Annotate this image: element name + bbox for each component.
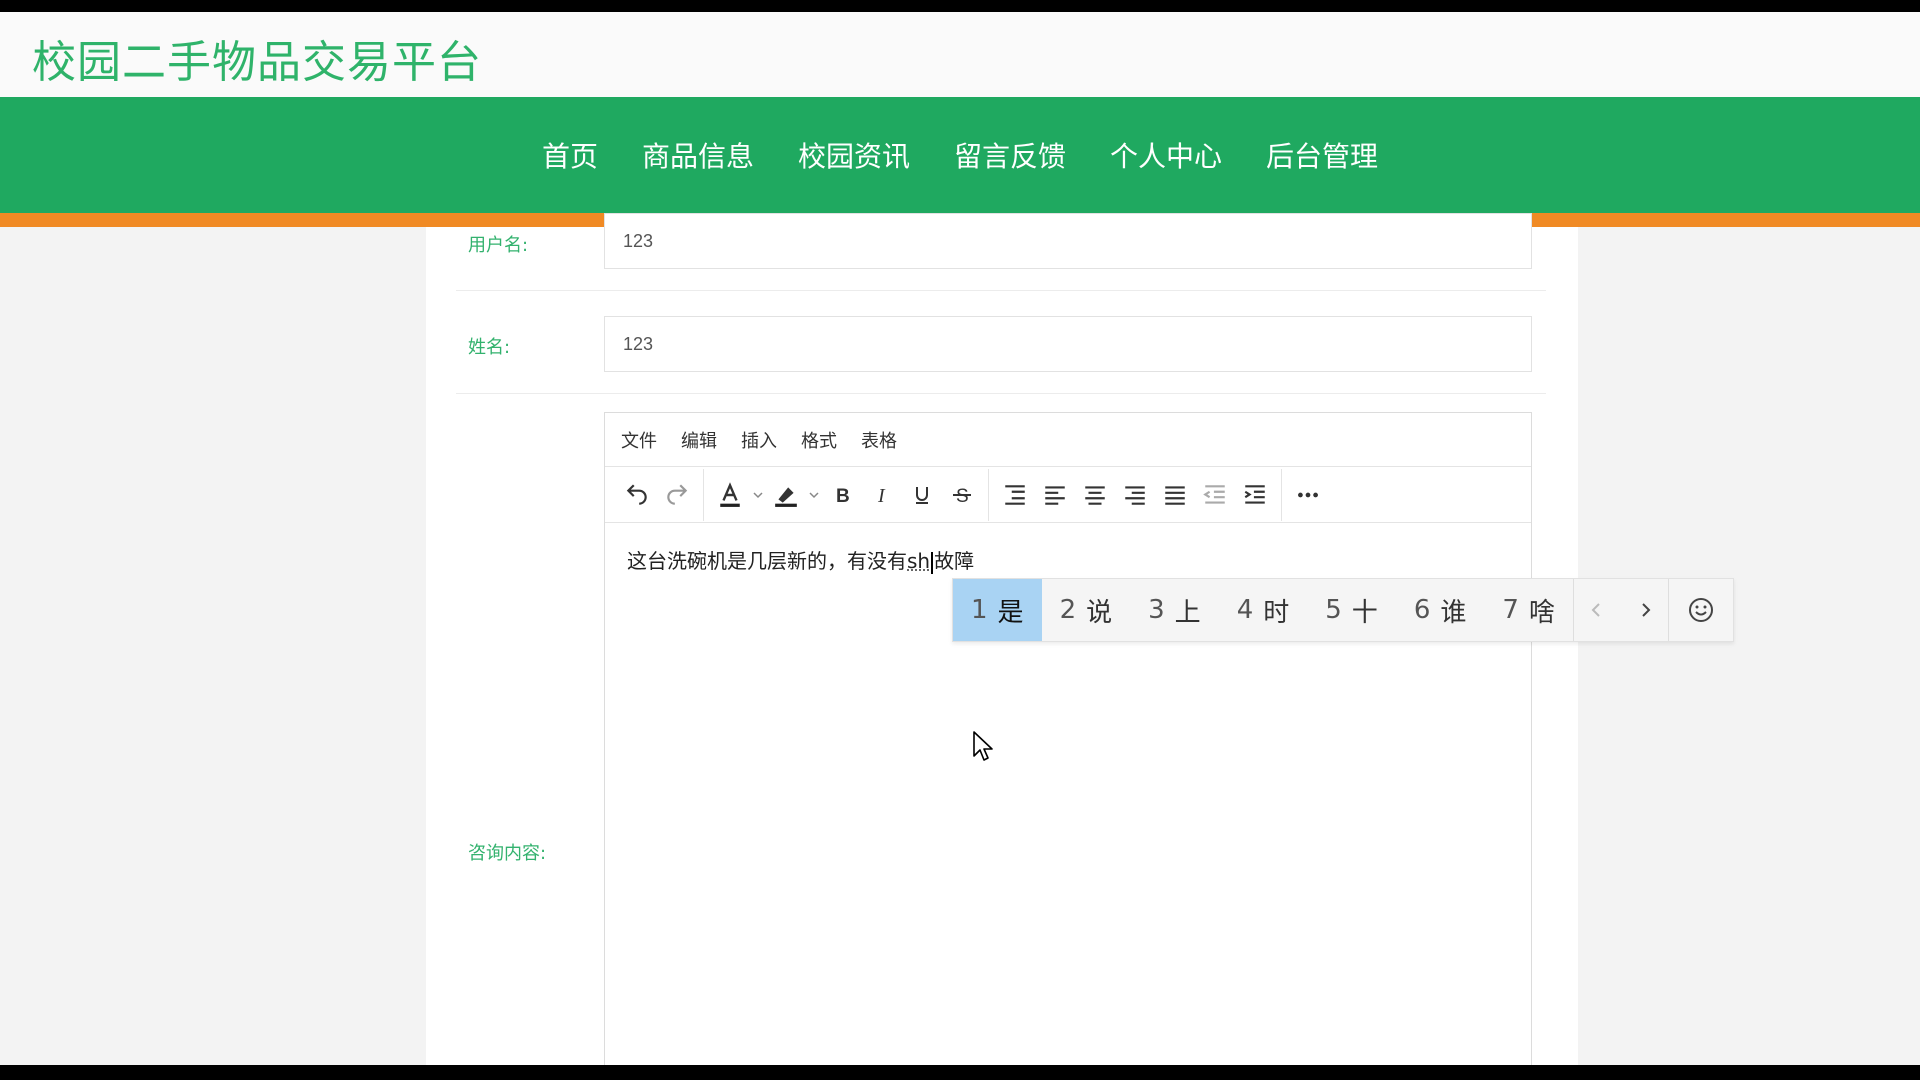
- menu-table[interactable]: 表格: [861, 427, 897, 453]
- bold-button[interactable]: B: [822, 475, 862, 515]
- strikethrough-icon: S: [953, 486, 971, 507]
- username-label: 用户名:: [468, 235, 529, 256]
- ime-prev-page-button[interactable]: [1574, 579, 1621, 641]
- nav-item-home[interactable]: 首页: [542, 135, 598, 175]
- text-color-button[interactable]: [710, 475, 750, 515]
- align-center-icon: [1085, 485, 1105, 505]
- nav-item-profile[interactable]: 个人中心: [1110, 135, 1222, 175]
- ime-emoji-button[interactable]: [1669, 579, 1733, 641]
- ime-next-page-button[interactable]: [1621, 579, 1668, 641]
- username-input[interactable]: 123: [604, 213, 1532, 269]
- bold-icon: B: [836, 486, 850, 507]
- chevron-right-icon: [1642, 603, 1651, 617]
- more-icon: [1298, 492, 1318, 497]
- svg-text:I: I: [877, 485, 886, 507]
- chevron-left-icon: [1592, 603, 1601, 617]
- editor-menubar: 文件 编辑 插入 格式 表格: [605, 413, 1531, 467]
- line-height-icon: [1005, 484, 1025, 505]
- ime-candidate[interactable]: 5十: [1307, 579, 1396, 641]
- highlighter-icon: [775, 486, 797, 507]
- menu-file[interactable]: 文件: [621, 427, 657, 453]
- app-viewport: 校园二手物品交易平台 首页 商品信息 校园资讯 留言反馈 个人中心 后台管理 用…: [0, 12, 1920, 1065]
- nav-list: 首页 商品信息 校园资讯 留言反馈 个人中心 后台管理: [0, 97, 1920, 213]
- italic-button[interactable]: I: [862, 475, 902, 515]
- align-center-button[interactable]: [1075, 475, 1115, 515]
- more-button[interactable]: [1288, 475, 1328, 515]
- editor-text: 故障: [934, 549, 975, 573]
- align-justify-button[interactable]: [1155, 475, 1195, 515]
- ime-candidate[interactable]: 7啥: [1484, 579, 1573, 641]
- line-height-button[interactable]: [995, 475, 1035, 515]
- align-left-button[interactable]: [1035, 475, 1075, 515]
- nav-item-news[interactable]: 校园资讯: [798, 135, 910, 175]
- align-justify-icon: [1165, 485, 1185, 505]
- row-divider: [456, 290, 1546, 291]
- text-color-icon: [720, 481, 740, 507]
- toolbar-separator: [703, 468, 704, 521]
- name-label: 姓名:: [468, 337, 511, 358]
- editor-toolbar: B I S: [605, 467, 1531, 523]
- redo-button[interactable]: [657, 475, 697, 515]
- nav-item-admin[interactable]: 后台管理: [1266, 135, 1378, 175]
- redo-icon: [667, 483, 688, 505]
- rich-text-editor: 文件 编辑 插入 格式 表格 B I S 这台洗碗机是几层新的，有没有sh 故障: [604, 412, 1532, 1065]
- outdent-button[interactable]: [1195, 475, 1235, 515]
- menu-format[interactable]: 格式: [801, 427, 837, 453]
- chevron-down-icon: [753, 491, 763, 498]
- mouse-pointer-icon: [973, 731, 993, 761]
- text-color-dropdown[interactable]: [750, 475, 766, 515]
- row-divider: [456, 393, 1546, 394]
- name-input[interactable]: 123: [604, 316, 1532, 372]
- menu-insert[interactable]: 插入: [741, 427, 777, 453]
- underline-icon: [916, 486, 928, 504]
- content-label: 咨询内容:: [468, 843, 547, 864]
- main-nav: 首页 商品信息 校园资讯 留言反馈 个人中心 后台管理: [0, 97, 1920, 213]
- align-left-icon: [1045, 485, 1065, 505]
- indent-button[interactable]: [1235, 475, 1275, 515]
- svg-text:S: S: [956, 486, 969, 507]
- smiley-icon: [1689, 598, 1714, 622]
- site-title[interactable]: 校园二手物品交易平台: [32, 26, 482, 90]
- strikethrough-button[interactable]: S: [942, 475, 982, 515]
- site-header: 校园二手物品交易平台: [0, 12, 1920, 97]
- ime-candidate[interactable]: 6谁: [1396, 579, 1485, 641]
- undo-icon: [626, 483, 647, 505]
- toolbar-separator: [1281, 468, 1282, 521]
- undo-button[interactable]: [617, 475, 657, 515]
- editor-paragraph: 这台洗碗机是几层新的，有没有sh 故障: [627, 545, 1509, 574]
- highlight-color-dropdown[interactable]: [806, 475, 822, 515]
- ime-candidate[interactable]: 1是: [953, 579, 1042, 641]
- outdent-icon: [1203, 484, 1225, 504]
- nav-item-products[interactable]: 商品信息: [642, 135, 754, 175]
- underline-button[interactable]: [902, 475, 942, 515]
- ime-candidate[interactable]: 3上: [1130, 579, 1219, 641]
- highlight-color-button[interactable]: [766, 475, 806, 515]
- text-caret: [931, 551, 934, 574]
- editor-text: 这台洗碗机是几层新的，有没有: [627, 549, 907, 573]
- align-right-icon: [1125, 485, 1145, 505]
- consult-form: 用户名: 123 姓名: 123 咨询内容: 文件 编辑 插入 格式 表格 B …: [426, 213, 1578, 1065]
- chevron-down-icon: [809, 491, 819, 498]
- ime-composition: sh: [907, 549, 931, 573]
- nav-item-feedback[interactable]: 留言反馈: [954, 135, 1066, 175]
- ime-candidate[interactable]: 4时: [1219, 579, 1308, 641]
- align-right-button[interactable]: [1115, 475, 1155, 515]
- ime-candidate-bar: 1是 2说 3上 4时 5十 6谁 7啥: [952, 578, 1734, 642]
- menu-edit[interactable]: 编辑: [681, 427, 717, 453]
- svg-text:B: B: [836, 486, 850, 507]
- indent-icon: [1244, 484, 1265, 504]
- italic-icon: I: [877, 485, 886, 507]
- toolbar-separator: [988, 468, 989, 521]
- ime-candidate[interactable]: 2说: [1042, 579, 1131, 641]
